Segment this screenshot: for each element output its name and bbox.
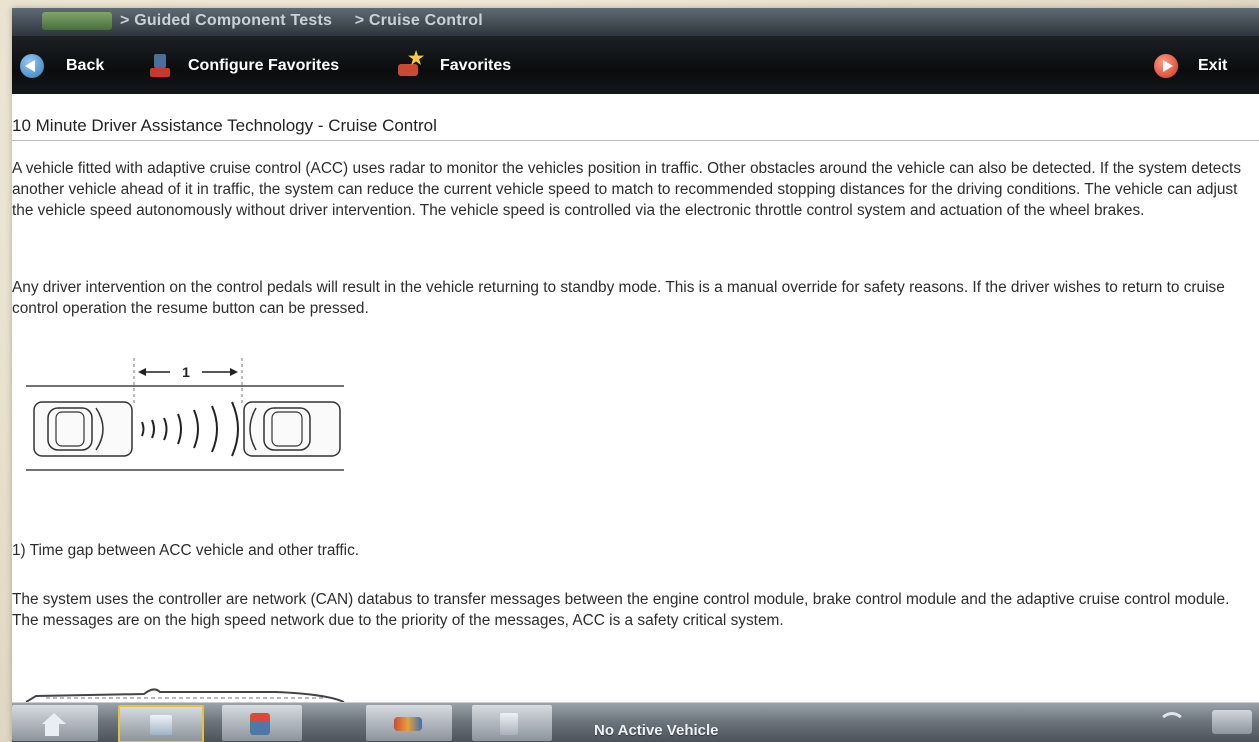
breadcrumb-home-icon[interactable] [42,12,112,30]
favorites-star-icon [398,48,424,78]
tests-icon [150,715,172,735]
back-label: Back [66,57,105,74]
lead-vehicle-icon [243,401,341,457]
configure-favorites-label: Configure Favorites [188,57,340,74]
data-icon [394,717,422,731]
configure-favorites-button[interactable]: Configure Favorites [148,54,339,78]
configure-favorites-icon [148,54,172,78]
description-paragraph-1: A vehicle fitted with adaptive cruise co… [12,160,1242,219]
title-divider [12,140,1259,141]
data-button[interactable] [366,705,452,741]
tools-icon [250,713,270,735]
favorites-label: Favorites [440,57,512,74]
breadcrumb-trail: > Guided Component Tests > Cruise Contro… [120,12,501,30]
vehicle-side-sketch [26,688,345,702]
diagram-caption: 1) Time gap between ACC vehicle and othe… [12,542,360,559]
documents-button[interactable] [472,705,552,741]
favorites-button[interactable]: Favorites [398,48,512,78]
breadcrumb-item-cruise-control[interactable]: > Cruise Control [355,12,483,29]
exit-button[interactable]: Exit [1154,54,1227,78]
exit-label: Exit [1198,57,1228,74]
breadcrumb: > Guided Component Tests > Cruise Contro… [12,8,1259,36]
description-paragraph-3: The system uses the controller are netwo… [12,591,1230,629]
acc-time-gap-diagram: 1 [26,358,344,471]
acc-vehicle-icon [33,401,133,457]
back-arrow-icon [20,54,44,78]
back-button[interactable]: Back [20,54,104,78]
content-panel[interactable]: 10 Minute Driver Assistance Technology -… [12,94,1259,702]
page-title: 10 Minute Driver Assistance Technology -… [12,116,437,135]
home-icon [40,713,66,737]
app-screen: > Guided Component Tests > Cruise Contro… [12,8,1259,742]
radar-waves-icon [141,401,239,457]
wifi-icon[interactable] [1158,712,1186,740]
guided-tests-button[interactable] [118,705,204,742]
home-button[interactable] [12,705,98,741]
vehicle-status-text: No Active Vehicle [594,722,719,739]
diagram-callout-label: 1 [182,364,190,380]
toolbar: Back Configure Favorites Favorites Exit [12,36,1259,94]
exit-arrow-icon [1154,54,1178,78]
description-paragraph-2: Any driver intervention on the control p… [12,279,1225,317]
system-tray-icon[interactable] [1212,710,1252,734]
documents-icon [500,713,518,735]
breadcrumb-item-guided-component-tests[interactable]: > Guided Component Tests [120,12,332,29]
tools-button[interactable] [222,705,302,741]
